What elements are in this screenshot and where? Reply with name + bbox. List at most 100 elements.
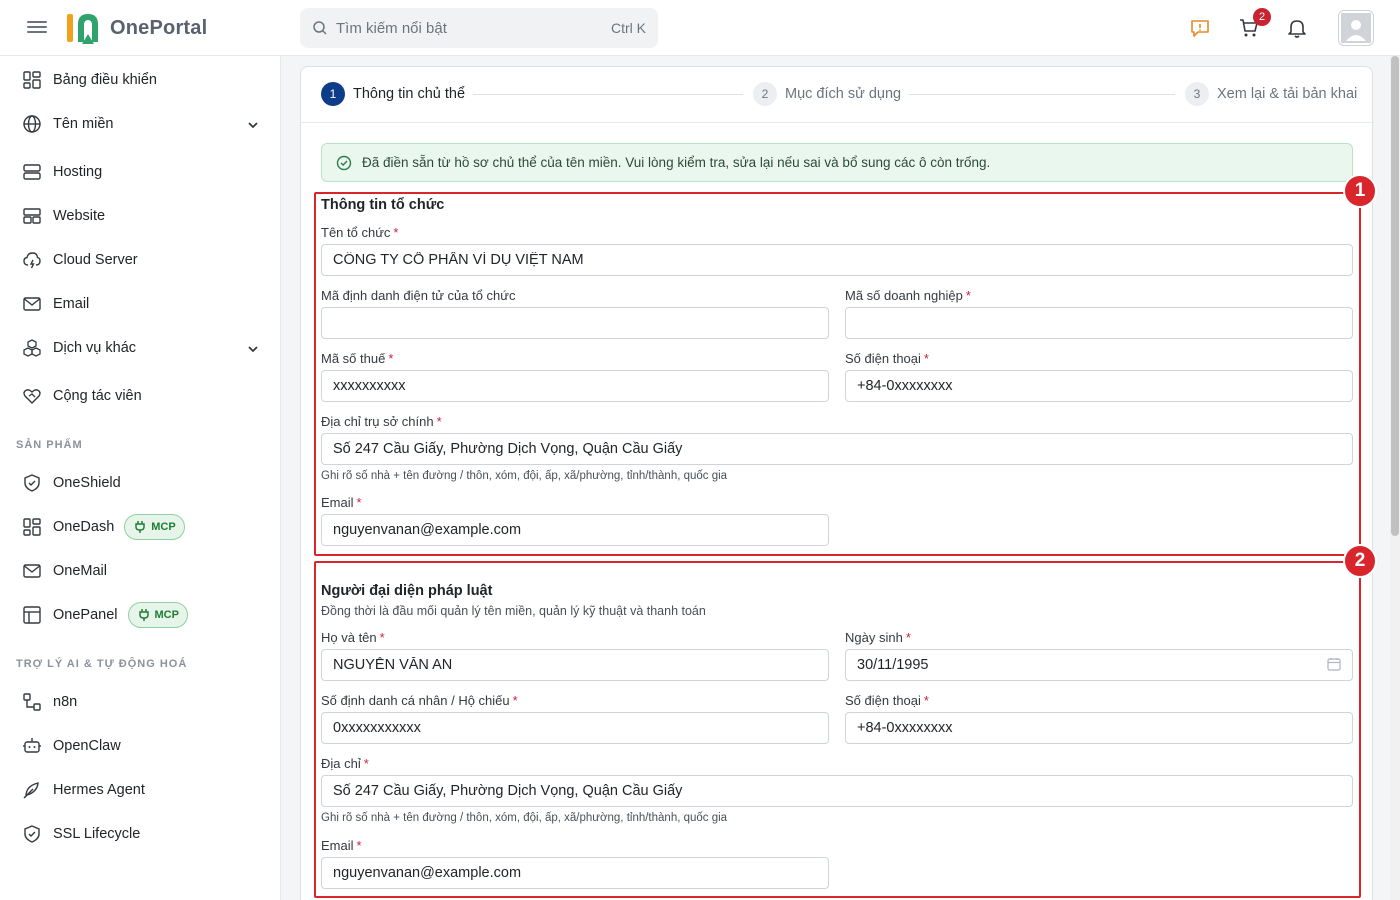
check-circle-icon	[336, 155, 352, 170]
sidebar-item-oneshield[interactable]: OneShield	[0, 465, 281, 501]
bell-icon[interactable]	[1285, 16, 1309, 40]
brand-name: OnePortal	[110, 16, 208, 39]
rep-section-title: Người đại diện pháp luật	[321, 583, 493, 599]
org-address-label: Địa chỉ trụ sở chính *	[321, 414, 442, 429]
sidebar-item-cloud-server[interactable]: Cloud Server	[0, 242, 281, 278]
rep-dob-input[interactable]	[845, 649, 1353, 681]
website-icon	[22, 206, 42, 226]
cloud-icon	[22, 250, 42, 270]
mcp-badge: MCP	[127, 602, 188, 628]
handshake-icon	[22, 386, 42, 406]
mail-icon	[22, 294, 42, 314]
org-bizno-label: Mã số doanh nghiệp *	[845, 288, 971, 303]
sidebar-item-email[interactable]: Email	[0, 286, 281, 322]
sidebar-item-onepanel[interactable]: OnePanel MCP	[0, 597, 281, 633]
prefill-alert: Đã điền sẵn từ hồ sơ chủ thể của tên miề…	[321, 143, 1353, 182]
sidebar-item-website[interactable]: Website	[0, 198, 281, 234]
step-3[interactable]: 3 Xem lại & tải bản khai	[1185, 82, 1357, 106]
org-address-input[interactable]	[321, 433, 1353, 465]
section-number-badge: 1	[1343, 174, 1377, 208]
org-address-hint: Ghi rõ số nhà + tên đường / thôn, xóm, đ…	[321, 470, 728, 482]
sidebar-item-n8n[interactable]: n8n	[0, 684, 281, 720]
step-connector	[909, 94, 1175, 95]
org-email-label: Email *	[321, 495, 362, 510]
page-scrollbar[interactable]	[1390, 56, 1400, 900]
search-bar[interactable]: Ctrl K	[300, 8, 658, 48]
plug-icon	[138, 609, 149, 621]
search-shortcut: Ctrl K	[611, 20, 646, 36]
mcp-badge: MCP	[124, 514, 185, 540]
sidebar-item-onedash[interactable]: OneDash MCP	[0, 509, 281, 545]
sidebar-item-ssl-lifecycle[interactable]: SSL Lifecycle	[0, 816, 281, 852]
sidebar-item-domain[interactable]: Tên miền	[0, 106, 281, 142]
rep-dob-label: Ngày sinh *	[845, 630, 911, 645]
logo-mark-icon	[64, 10, 104, 46]
rep-phone-input[interactable]	[845, 712, 1353, 744]
org-eid-input[interactable]	[321, 307, 829, 339]
org-phone-input[interactable]	[845, 370, 1353, 402]
robot-icon	[22, 736, 42, 756]
rep-id-label: Số định danh cá nhân / Hộ chiếu *	[321, 693, 518, 708]
org-tax-label: Mã số thuế *	[321, 351, 394, 366]
panel-icon	[22, 605, 42, 625]
rep-address-hint: Ghi rõ số nhà + tên đường / thôn, xóm, đ…	[321, 812, 728, 824]
sidebar-item-other-services[interactable]: Dịch vụ khác	[0, 330, 281, 366]
globe-icon	[22, 114, 42, 134]
top-header: OnePortal Ctrl K 2	[0, 0, 1400, 56]
rep-email-input[interactable]	[321, 857, 829, 889]
sidebar: Bảng điều khiển Tên miền Hosting Website…	[0, 56, 281, 900]
org-name-input[interactable]	[321, 244, 1353, 276]
step-1[interactable]: 1 Thông tin chủ thể	[321, 82, 465, 106]
declaration-form-card: 1 Thông tin chủ thể 2 Mục đích sử dụng 3…	[300, 66, 1377, 900]
section-products-title: SẢN PHẨM	[16, 439, 83, 451]
cart-icon[interactable]: 2	[1237, 8, 1271, 40]
scrollbar-thumb[interactable]	[1391, 56, 1399, 536]
chevron-down-icon[interactable]	[247, 118, 259, 134]
step-connector	[473, 94, 743, 95]
rep-address-label: Địa chỉ *	[321, 756, 369, 771]
search-icon	[313, 21, 327, 35]
server-icon	[22, 162, 42, 182]
rep-phone-label: Số điện thoại *	[845, 693, 929, 708]
shield-check-icon	[22, 824, 42, 844]
feather-icon	[22, 780, 42, 800]
sidebar-item-onemail[interactable]: OneMail	[0, 553, 281, 589]
org-phone-label: Số điện thoại *	[845, 351, 929, 366]
step-2[interactable]: 2 Mục đích sử dụng	[753, 82, 901, 106]
rep-dob-field	[845, 649, 1353, 681]
sidebar-item-affiliate[interactable]: Cộng tác viên	[0, 378, 281, 414]
section-ai-title: TRỢ LÝ AI & TỰ ĐỘNG HOÁ	[16, 658, 188, 670]
stepper: 1 Thông tin chủ thể 2 Mục đích sử dụng 3…	[301, 67, 1374, 123]
boxes-icon	[22, 338, 42, 358]
org-eid-label: Mã định danh điện tử của tổ chức	[321, 288, 516, 303]
feedback-icon[interactable]	[1188, 16, 1212, 40]
workflow-icon	[22, 692, 42, 712]
rep-section-subtitle: Đồng thời là đầu mối quản lý tên miền, q…	[321, 604, 706, 618]
mail-icon	[22, 561, 42, 581]
org-bizno-input[interactable]	[845, 307, 1353, 339]
sidebar-item-hosting[interactable]: Hosting	[0, 154, 281, 190]
section-number-badge: 2	[1343, 544, 1377, 578]
org-section-title: Thông tin tổ chức	[321, 197, 445, 213]
dashboard-icon	[22, 517, 42, 537]
brand-logo[interactable]: OnePortal	[64, 10, 207, 46]
avatar[interactable]	[1338, 10, 1374, 46]
calendar-icon[interactable]	[1327, 657, 1341, 674]
org-email-input[interactable]	[321, 514, 829, 546]
sidebar-item-openclaw[interactable]: OpenClaw	[0, 728, 281, 764]
rep-address-input[interactable]	[321, 775, 1353, 807]
user-avatar-icon	[1341, 13, 1371, 43]
org-name-label: Tên tổ chức *	[321, 225, 399, 240]
rep-email-label: Email *	[321, 838, 362, 853]
dashboard-icon	[22, 70, 42, 90]
chevron-down-icon[interactable]	[247, 342, 259, 358]
sidebar-item-dashboard[interactable]: Bảng điều khiển	[0, 62, 281, 98]
rep-name-input[interactable]	[321, 649, 829, 681]
sidebar-item-hermes-agent[interactable]: Hermes Agent	[0, 772, 281, 808]
rep-id-input[interactable]	[321, 712, 829, 744]
shield-icon	[22, 473, 42, 493]
menu-icon[interactable]	[27, 18, 47, 38]
cart-count-badge: 2	[1253, 8, 1271, 26]
org-tax-input[interactable]	[321, 370, 829, 402]
search-input[interactable]	[336, 19, 611, 37]
